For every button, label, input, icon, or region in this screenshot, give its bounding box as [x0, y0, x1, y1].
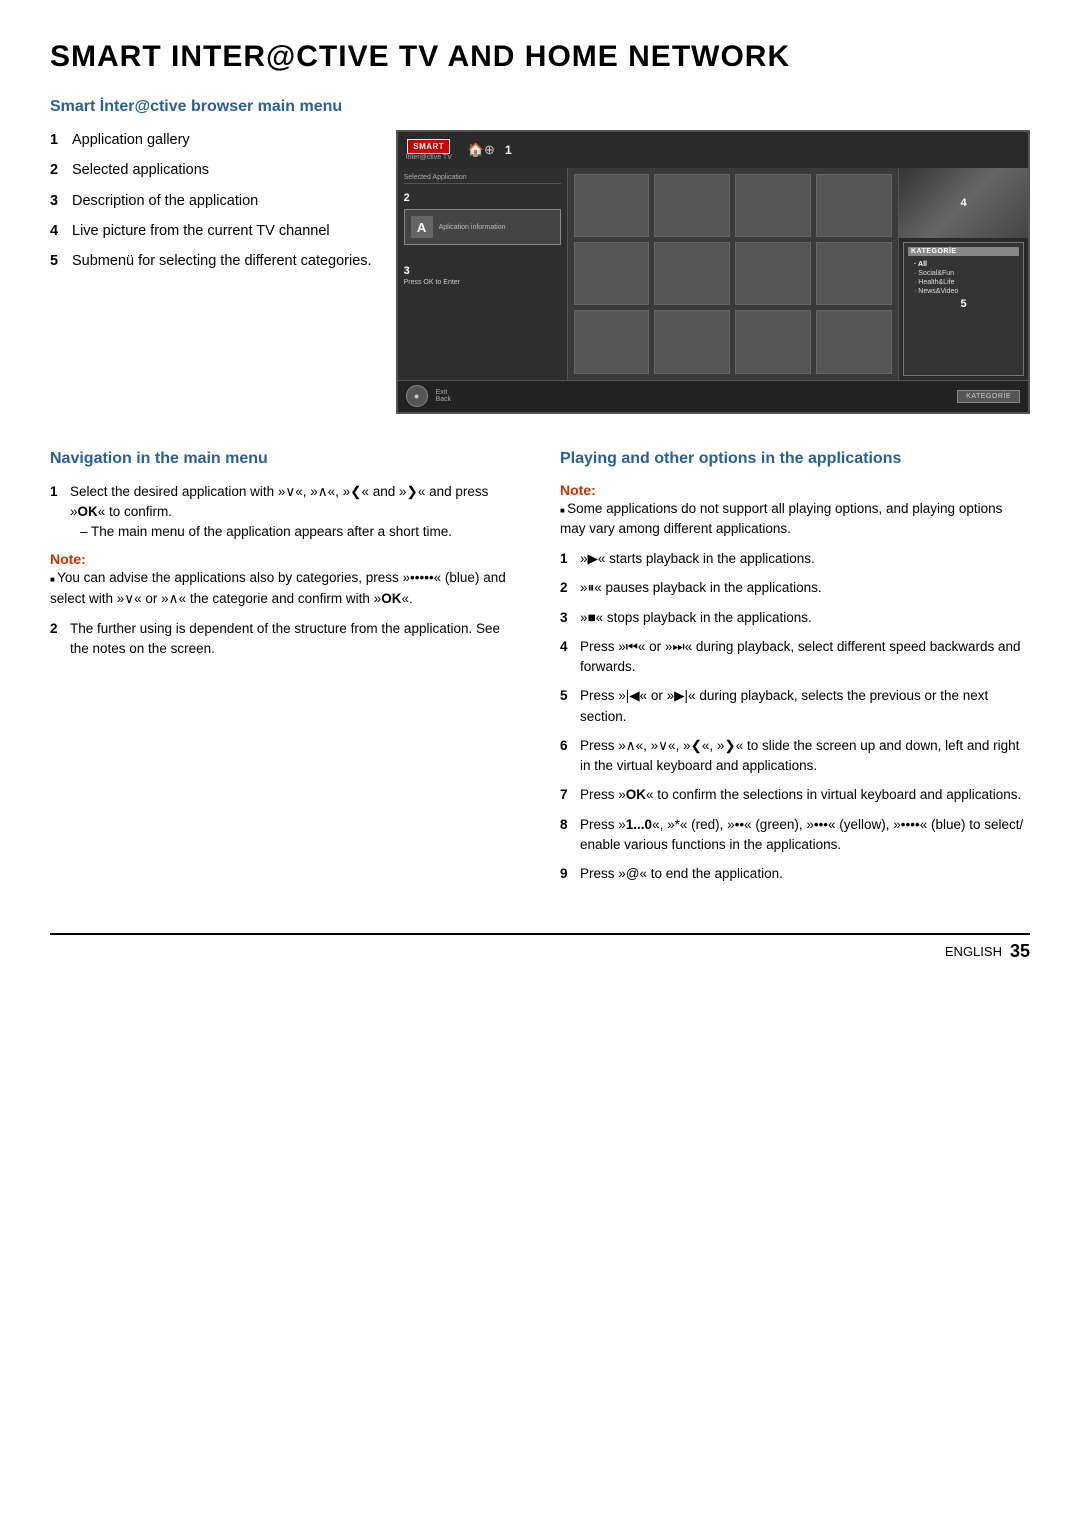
note-text-nav: You can advise the applications also by …	[50, 568, 520, 609]
app-grid	[574, 174, 892, 374]
label-4: 4	[960, 197, 966, 209]
playing-item-7: 7 Press »OK« to confirm the selections i…	[560, 785, 1030, 805]
tv-right-panel: 4 KATEGORİE All Social&Fun Health&Life N…	[898, 168, 1028, 380]
tv-left-panel: Selected Application 2 A Aplication info…	[398, 168, 568, 380]
app-cell	[654, 174, 730, 237]
item-num: 1	[50, 130, 66, 150]
selected-app-label: Selected Application	[404, 174, 561, 184]
kategorie-box: KATEGORİE All Social&Fun Health&Life New…	[903, 242, 1024, 376]
app-cell	[816, 310, 892, 373]
playing-item-9: 9 Press »@« to end the application.	[560, 864, 1030, 884]
browser-menu-item: 4 Live picture from the current TV channe…	[50, 221, 372, 241]
tv-bottom-bar: ● Exit Back KATEGORİE	[398, 380, 1028, 412]
kategorie-item-health: Health&Life	[908, 278, 1019, 287]
item-text: Submenü for selecting the different cate…	[72, 251, 372, 271]
app-cell	[735, 310, 811, 373]
home-icon: 🏠⊕	[468, 142, 495, 158]
top-section: 1 Application gallery 2 Selected applicatio…	[50, 130, 1030, 414]
navigation-item-2: 2 The further using is dependent of the …	[50, 619, 520, 660]
browser-menu-item: 5 Submenü for selecting the different cat…	[50, 251, 372, 271]
app-cell	[816, 174, 892, 237]
playing-item-3: 3 »■« stops playback in the applications…	[560, 608, 1030, 628]
nav-item-2-text: The further using is dependent of the st…	[70, 619, 520, 660]
app-info-text: Aplication information	[439, 224, 506, 231]
app-cell	[654, 310, 730, 373]
kategorie-button[interactable]: KATEGORİE	[957, 390, 1020, 403]
app-cell	[574, 174, 650, 237]
nav-item-2-num: 2	[50, 619, 64, 660]
note-label-nav: Note:	[50, 551, 86, 567]
app-cell	[574, 242, 650, 305]
playing-item-6: 6 Press »∧«, »∨«, »❮«, »❯« to slide the …	[560, 736, 1030, 777]
item-text: Application gallery	[72, 130, 190, 150]
note-label-playing: Note:	[560, 482, 596, 498]
browser-menu-title: Smart İnter@ctive browser main menu	[50, 98, 1030, 116]
navigation-title: Navigation in the main menu	[50, 450, 520, 468]
item-text: Live picture from the current TV channel	[72, 221, 330, 241]
exit-label: Exit	[436, 389, 452, 396]
playing-note-bullet: Some applications do not support all pla…	[560, 501, 1002, 536]
navigation-list-2: 2 The further using is dependent of the …	[50, 619, 520, 660]
app-cell	[574, 310, 650, 373]
item-num: 4	[50, 221, 66, 241]
navigation-section: Navigation in the main menu 1 Select the…	[50, 450, 520, 894]
app-letter: A	[411, 216, 433, 238]
nav-item-1-num: 1	[50, 482, 64, 543]
playing-item-1: 1 »▶« starts playback in the application…	[560, 549, 1030, 569]
kategorie-item-news: News&Video	[908, 287, 1019, 296]
label-2: 2	[404, 192, 410, 204]
browser-menu-item: 1 Application gallery	[50, 130, 372, 150]
tv-center-panel	[568, 168, 898, 380]
app-cell	[735, 174, 811, 237]
playing-item-4: 4 Press »⏮« or »⏭« during playback, sele…	[560, 637, 1030, 678]
note-text-playing: Some applications do not support all pla…	[560, 499, 1030, 540]
item-num: 2	[50, 160, 66, 180]
app-cell	[735, 242, 811, 305]
playing-item-5: 5 Press »|◀« or »▶|« during playback, se…	[560, 686, 1030, 727]
page-title: SMART INTER@CTIVE TV AND HOME NETWORK	[50, 40, 1030, 74]
label-3-area: 3 Press OK to Enter	[404, 265, 561, 286]
playing-section: Playing and other options in the applica…	[560, 450, 1030, 894]
label-1: 1	[505, 143, 512, 157]
playing-title: Playing and other options in the applica…	[560, 450, 1030, 468]
smart-logo: SMART	[407, 139, 450, 154]
item-num: 5	[50, 251, 66, 271]
item-num: 3	[50, 191, 66, 211]
note-bullet: You can advise the applications also by …	[50, 570, 506, 605]
press-ok: Press OK to Enter	[404, 279, 561, 286]
playing-list: 1 »▶« starts playback in the application…	[560, 549, 1030, 884]
item-text: Selected applications	[72, 160, 209, 180]
browser-menu-item: 2 Selected applications	[50, 160, 372, 180]
kategorie-title: KATEGORİE	[908, 247, 1019, 256]
smart-sub: Inter@ctive TV	[406, 154, 452, 161]
footer-page: 35	[1010, 941, 1030, 962]
label-5: 5	[908, 298, 1019, 310]
navigation-list: 1 Select the desired application with »∨…	[50, 482, 520, 543]
channel-preview: 4	[899, 168, 1028, 238]
tv-mockup: SMART Inter@ctive TV 🏠⊕ 1 Selected Appli…	[396, 130, 1030, 414]
tv-content: Selected Application 2 A Aplication info…	[398, 168, 1028, 380]
label-3: 3	[404, 265, 561, 277]
app-info-box: A Aplication information	[404, 209, 561, 245]
nav-item-1-text: Select the desired application with »∨«,…	[70, 482, 520, 543]
navigation-item-1: 1 Select the desired application with »∨…	[50, 482, 520, 543]
browser-menu-item: 3 Description of the application	[50, 191, 372, 211]
bottom-sections: Navigation in the main menu 1 Select the…	[50, 450, 1030, 894]
app-cell	[816, 242, 892, 305]
kategorie-item-all: All	[908, 260, 1019, 269]
tv-top-bar: SMART Inter@ctive TV 🏠⊕ 1	[398, 132, 1028, 168]
playing-item-2: 2 »⏸« pauses playback in the application…	[560, 578, 1030, 598]
back-label: Back	[436, 396, 452, 403]
navigation-note: Note: You can advise the applications al…	[50, 551, 520, 609]
app-cell	[654, 242, 730, 305]
browser-menu-list: 1 Application gallery 2 Selected applicatio…	[50, 130, 372, 414]
footer: ENGLISH 35	[50, 933, 1030, 962]
footer-lang: ENGLISH	[945, 944, 1002, 959]
kategorie-item-social: Social&Fun	[908, 269, 1019, 278]
playing-note: Note: Some applications do not support a…	[560, 482, 1030, 540]
playing-item-8: 8 Press »1...0«, »*« (red), »••« (green)…	[560, 815, 1030, 856]
channel-preview-img: 4	[899, 168, 1028, 238]
item-text: Description of the application	[72, 191, 258, 211]
back-button[interactable]: ●	[406, 385, 428, 407]
